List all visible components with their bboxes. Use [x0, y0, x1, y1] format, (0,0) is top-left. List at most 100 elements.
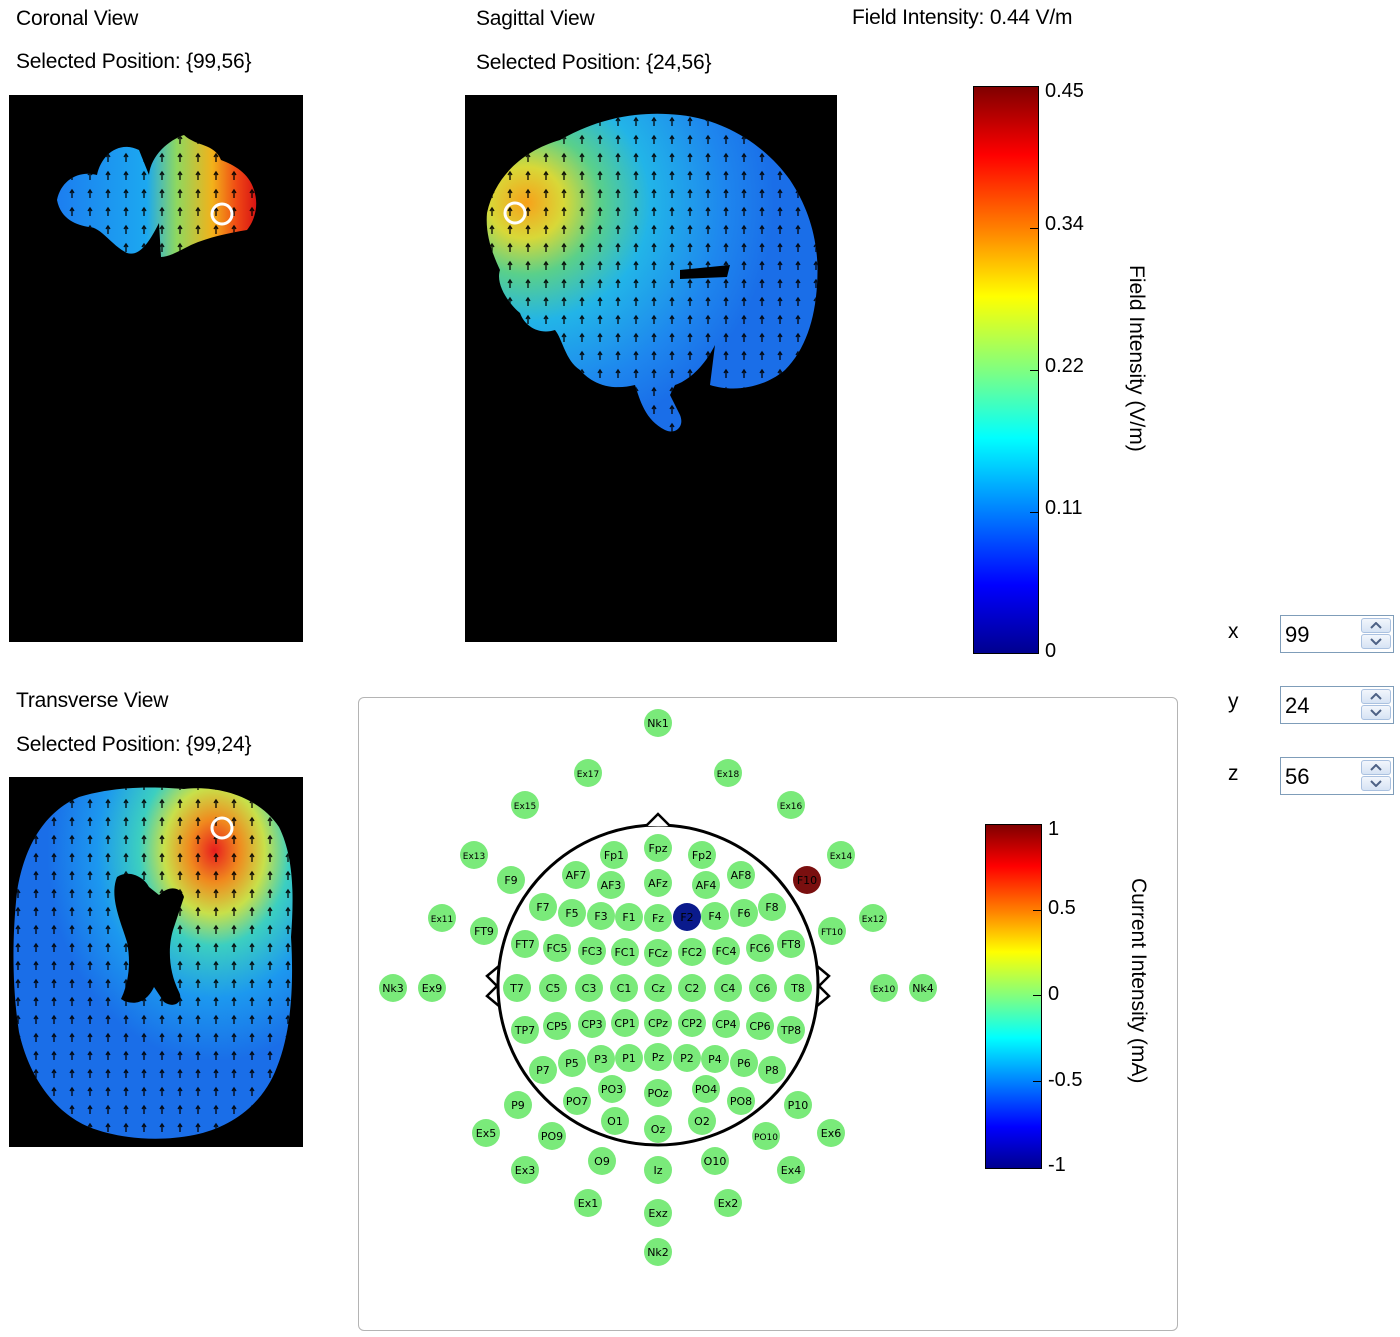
electrode-iz[interactable]: Iz: [644, 1156, 672, 1184]
electrode-p2[interactable]: P2: [673, 1044, 701, 1072]
electrode-afz[interactable]: AFz: [644, 869, 672, 897]
electrode-ex4[interactable]: Ex4: [777, 1156, 805, 1184]
electrode-exz[interactable]: Exz: [644, 1199, 672, 1227]
electrode-c3[interactable]: C3: [575, 974, 603, 1002]
electrode-ex17[interactable]: Ex17: [574, 759, 602, 787]
electrode-p7[interactable]: P7: [529, 1056, 557, 1084]
electrode-o10[interactable]: O10: [701, 1147, 729, 1175]
electrode-ex5[interactable]: Ex5: [472, 1119, 500, 1147]
electrode-p6[interactable]: P6: [730, 1049, 758, 1077]
electrode-p4[interactable]: P4: [701, 1045, 729, 1073]
electrode-f2[interactable]: F2: [673, 903, 701, 931]
electrode-p10[interactable]: P10: [784, 1091, 812, 1119]
electrode-tp7[interactable]: TP7: [511, 1016, 539, 1044]
electrode-fc3[interactable]: FC3: [578, 937, 606, 965]
spin-down-icon[interactable]: [1361, 705, 1391, 720]
electrode-af7[interactable]: AF7: [562, 861, 590, 889]
sagittal-view-canvas[interactable]: [465, 95, 837, 642]
electrode-po9[interactable]: PO9: [538, 1122, 566, 1150]
electrode-cp6[interactable]: CP6: [746, 1012, 774, 1040]
electrode-p3[interactable]: P3: [587, 1045, 615, 1073]
spin-up-icon[interactable]: [1361, 760, 1391, 775]
electrode-tp8[interactable]: TP8: [777, 1016, 805, 1044]
electrode-ex10[interactable]: Ex10: [870, 974, 898, 1002]
electrode-fp1[interactable]: Fp1: [600, 841, 628, 869]
electrode-nk1[interactable]: Nk1: [644, 709, 672, 737]
electrode-f1[interactable]: F1: [615, 903, 643, 931]
electrode-cp4[interactable]: CP4: [712, 1010, 740, 1038]
electrode-fc5[interactable]: FC5: [543, 934, 571, 962]
electrode-cp3[interactable]: CP3: [578, 1010, 606, 1038]
electrode-fp2[interactable]: Fp2: [688, 841, 716, 869]
electrode-ex14[interactable]: Ex14: [827, 841, 855, 869]
electrode-cp5[interactable]: CP5: [543, 1012, 571, 1040]
electrode-po7[interactable]: PO7: [563, 1087, 591, 1115]
electrode-ft8[interactable]: FT8: [777, 930, 805, 958]
electrode-oz[interactable]: Oz: [644, 1115, 672, 1143]
electrode-c4[interactable]: C4: [714, 974, 742, 1002]
electrode-fc6[interactable]: FC6: [746, 934, 774, 962]
electrode-p9[interactable]: P9: [504, 1091, 532, 1119]
electrode-po3[interactable]: PO3: [598, 1075, 626, 1103]
electrode-cz[interactable]: Cz: [644, 974, 672, 1002]
electrode-cp2[interactable]: CP2: [678, 1009, 706, 1037]
y-spinner[interactable]: 24: [1280, 686, 1394, 724]
electrode-f5[interactable]: F5: [558, 899, 586, 927]
spin-down-icon[interactable]: [1361, 634, 1391, 649]
y-value[interactable]: 24: [1285, 693, 1309, 719]
electrode-f9[interactable]: F9: [497, 866, 525, 894]
electrode-ft10[interactable]: FT10: [818, 917, 846, 945]
electrode-fcz[interactable]: FCz: [644, 939, 672, 967]
x-value[interactable]: 99: [1285, 622, 1309, 648]
electrode-cp1[interactable]: CP1: [611, 1009, 639, 1037]
electrode-p5[interactable]: P5: [558, 1049, 586, 1077]
electrode-po10[interactable]: PO10: [752, 1122, 780, 1150]
electrode-fc1[interactable]: FC1: [611, 938, 639, 966]
electrode-pz[interactable]: Pz: [644, 1043, 672, 1071]
electrode-af8[interactable]: AF8: [727, 861, 755, 889]
electrode-ex13[interactable]: Ex13: [460, 841, 488, 869]
electrode-o2[interactable]: O2: [688, 1107, 716, 1135]
electrode-ex11[interactable]: Ex11: [428, 904, 456, 932]
electrode-ex9[interactable]: Ex9: [418, 974, 446, 1002]
electrode-ex12[interactable]: Ex12: [859, 904, 887, 932]
electrode-nk4[interactable]: Nk4: [909, 974, 937, 1002]
electrode-f4[interactable]: F4: [701, 902, 729, 930]
electrode-ex18[interactable]: Ex18: [714, 759, 742, 787]
electrode-poz[interactable]: POz: [644, 1079, 672, 1107]
spin-down-icon[interactable]: [1361, 776, 1391, 791]
spin-up-icon[interactable]: [1361, 689, 1391, 704]
spin-up-icon[interactable]: [1361, 618, 1391, 633]
electrode-f10[interactable]: F10: [793, 866, 821, 894]
x-spinner[interactable]: 99: [1280, 615, 1394, 653]
electrode-fz[interactable]: Fz: [644, 904, 672, 932]
electrode-t8[interactable]: T8: [784, 974, 812, 1002]
electrode-nk2[interactable]: Nk2: [644, 1238, 672, 1266]
electrode-po8[interactable]: PO8: [727, 1087, 755, 1115]
electrode-ex6[interactable]: Ex6: [817, 1119, 845, 1147]
electrode-cpz[interactable]: CPz: [644, 1009, 672, 1037]
electrode-t7[interactable]: T7: [503, 974, 531, 1002]
electrode-po4[interactable]: PO4: [692, 1075, 720, 1103]
transverse-view-canvas[interactable]: [9, 777, 303, 1147]
electrode-ex15[interactable]: Ex15: [511, 791, 539, 819]
z-value[interactable]: 56: [1285, 764, 1309, 790]
electrode-c2[interactable]: C2: [678, 974, 706, 1002]
electrode-o1[interactable]: O1: [601, 1107, 629, 1135]
electrode-c5[interactable]: C5: [539, 974, 567, 1002]
electrode-o9[interactable]: O9: [588, 1147, 616, 1175]
electrode-af3[interactable]: AF3: [597, 871, 625, 899]
electrode-p8[interactable]: P8: [758, 1056, 786, 1084]
electrode-p1[interactable]: P1: [615, 1044, 643, 1072]
electrode-fc2[interactable]: FC2: [678, 938, 706, 966]
electrode-ft9[interactable]: FT9: [470, 917, 498, 945]
electrode-c6[interactable]: C6: [749, 974, 777, 1002]
coronal-view-canvas[interactable]: [9, 95, 303, 642]
electrode-ft7[interactable]: FT7: [511, 930, 539, 958]
electrode-ex1[interactable]: Ex1: [574, 1189, 602, 1217]
electrode-c1[interactable]: C1: [610, 974, 638, 1002]
electrode-ex2[interactable]: Ex2: [714, 1189, 742, 1217]
electrode-af4[interactable]: AF4: [692, 871, 720, 899]
electrode-f3[interactable]: F3: [587, 902, 615, 930]
electrode-fc4[interactable]: FC4: [712, 937, 740, 965]
